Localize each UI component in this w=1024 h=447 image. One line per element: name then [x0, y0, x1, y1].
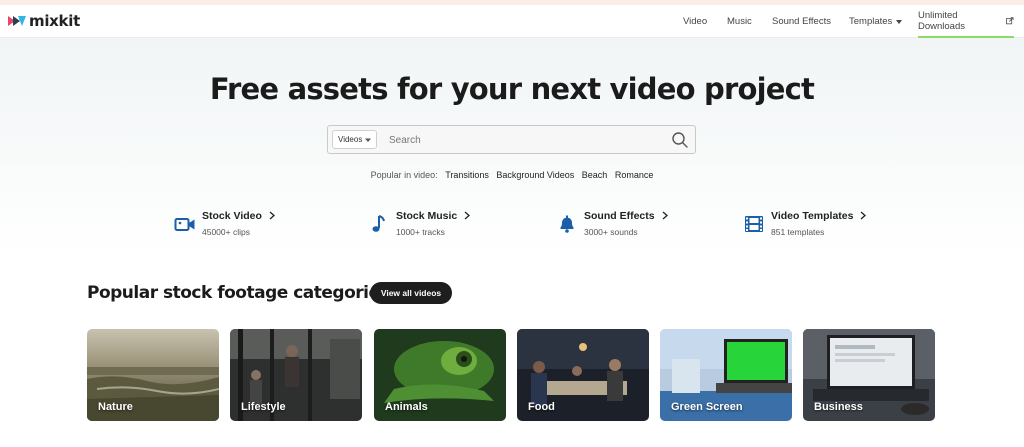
category-card-food[interactable]: Food — [517, 329, 649, 421]
category-label-nature: Nature — [98, 401, 133, 413]
category-card-business[interactable]: Business — [803, 329, 935, 421]
nav-templates-label: Templates — [849, 16, 893, 27]
nav-sound-effects-label: Sound Effects — [772, 16, 831, 27]
chevron-down-icon — [365, 138, 371, 142]
view-all-videos-button[interactable]: View all videos — [370, 282, 452, 304]
chevron-right-icon — [269, 211, 275, 220]
popular-link-transitions[interactable]: Transitions — [445, 170, 489, 180]
logo-text: mixkit — [29, 12, 80, 30]
nav-unlimited-downloads-label: Unlimited Downloads — [918, 10, 965, 32]
nav-sound-effects[interactable]: Sound Effects — [772, 5, 831, 38]
video-camera-icon — [174, 218, 195, 231]
asset-sub-stock-video: 45000+ clips — [202, 227, 250, 237]
asset-sub-sound-effects: 3000+ sounds — [584, 227, 638, 237]
asset-sub-stock-music: 1000+ tracks — [396, 227, 445, 237]
chevron-right-icon — [464, 211, 471, 220]
film-strip-icon — [745, 216, 763, 232]
chevron-right-icon — [662, 211, 668, 220]
hero-title: Free assets for your next video project — [209, 72, 815, 106]
chevron-right-icon — [860, 211, 867, 220]
asset-stock-video[interactable]: Stock Video 45000+ clips — [174, 208, 304, 242]
asset-sub-video-templates: 851 templates — [771, 227, 825, 237]
nav-video[interactable]: Video — [683, 5, 707, 38]
asset-name-video-templates: Video Templates — [771, 210, 867, 222]
asset-name-sound-effects: Sound Effects — [584, 210, 668, 222]
category-card-green-screen[interactable]: Green Screen — [660, 329, 792, 421]
search-bar: Videos — [327, 125, 696, 154]
popular-link-romance[interactable]: Romance — [615, 170, 654, 180]
category-label-business: Business — [814, 401, 863, 413]
popular-link-background-videos[interactable]: Background Videos — [496, 170, 574, 180]
category-label-lifestyle: Lifestyle — [241, 401, 286, 413]
category-card-nature[interactable]: Nature — [87, 329, 219, 421]
logo[interactable]: mixkit — [8, 12, 80, 30]
popular-searches: Popular in video: Transitions Background… — [0, 170, 1024, 180]
nav-unlimited-downloads[interactable]: Unlimited Downloads — [918, 5, 1014, 38]
asset-name-stock-video: Stock Video — [202, 210, 275, 222]
categories-title: Popular stock footage categories — [87, 283, 390, 303]
asset-stock-music[interactable]: Stock Music 1000+ tracks — [368, 208, 498, 242]
category-label-animals: Animals — [385, 401, 428, 413]
popular-link-beach[interactable]: Beach — [582, 170, 608, 180]
category-card-animals[interactable]: Animals — [374, 329, 506, 421]
category-label-food: Food — [528, 401, 555, 413]
nav-video-label: Video — [683, 16, 708, 27]
music-note-icon — [372, 215, 385, 232]
caret-down-icon — [896, 19, 903, 24]
nav-templates[interactable]: Templates — [849, 5, 903, 38]
external-link-icon — [1006, 17, 1014, 25]
site-header: mixkit Video Music Sound Effects Templat… — [0, 5, 1024, 38]
popular-label: Popular in video: — [370, 170, 438, 180]
search-icon[interactable] — [671, 131, 689, 149]
asset-sound-effects[interactable]: Sound Effects 3000+ sounds — [556, 208, 696, 242]
category-label-green-screen: Green Screen — [671, 401, 743, 413]
logo-mark-icon — [8, 16, 26, 26]
asset-video-templates[interactable]: Video Templates 851 templates — [743, 208, 883, 242]
nav-music-label: Music — [727, 16, 752, 27]
search-input[interactable] — [389, 132, 649, 148]
bell-icon — [560, 215, 574, 233]
search-category-select[interactable]: Videos — [332, 130, 377, 149]
nav-music[interactable]: Music — [727, 5, 752, 38]
search-category-value: Videos — [338, 135, 363, 144]
asset-name-stock-music: Stock Music — [396, 210, 471, 222]
category-card-lifestyle[interactable]: Lifestyle — [230, 329, 362, 421]
